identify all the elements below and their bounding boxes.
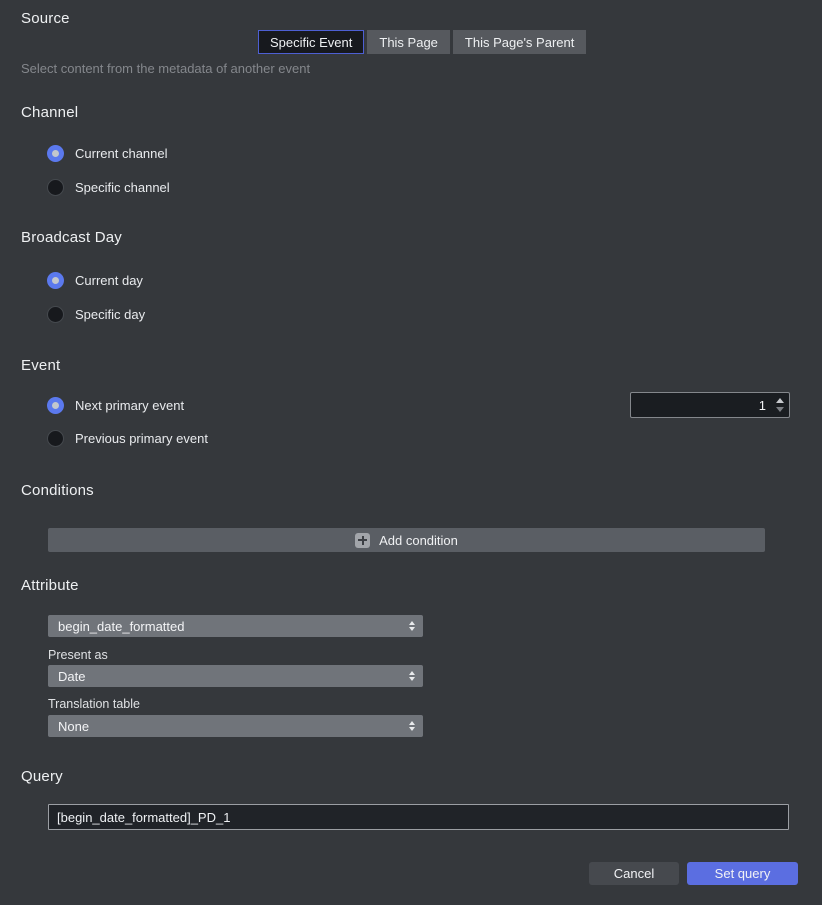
add-condition-label: Add condition (379, 533, 458, 548)
radio-unselected-icon[interactable] (47, 306, 64, 323)
radio-unselected-icon[interactable] (47, 430, 64, 447)
source-heading: Source (21, 10, 70, 27)
radio-label: Next primary event (75, 398, 184, 413)
cancel-button[interactable]: Cancel (589, 862, 679, 885)
event-metadata-dialog: Source Specific Event This Page This Pag… (0, 0, 822, 905)
radio-selected-icon[interactable] (47, 397, 64, 414)
radio-selected-icon[interactable] (47, 272, 64, 289)
select-arrows-icon (409, 671, 415, 681)
radio-label: Specific channel (75, 180, 170, 195)
event-offset-field (630, 392, 790, 418)
plus-icon (355, 533, 370, 548)
translation-table-select-value: None (58, 719, 409, 734)
present-as-select-value: Date (58, 669, 409, 684)
translation-table-select[interactable]: None (48, 715, 423, 737)
select-arrows-icon (409, 621, 415, 631)
channel-heading: Channel (21, 104, 78, 121)
broadcast-day-heading: Broadcast Day (21, 229, 122, 246)
set-query-button[interactable]: Set query (687, 862, 798, 885)
tab-specific-event[interactable]: Specific Event (258, 30, 364, 54)
tab-this-page[interactable]: This Page (367, 30, 450, 54)
radio-current-channel[interactable]: Current channel (47, 144, 168, 162)
attribute-select[interactable]: begin_date_formatted (48, 615, 423, 637)
radio-label: Current day (75, 273, 143, 288)
tab-this-pages-parent[interactable]: This Page's Parent (453, 30, 586, 54)
query-input[interactable] (48, 804, 789, 830)
radio-label: Specific day (75, 307, 145, 322)
radio-selected-icon[interactable] (47, 145, 64, 162)
query-heading: Query (21, 768, 63, 785)
radio-next-primary-event[interactable]: Next primary event (47, 396, 184, 414)
spinner-down-icon[interactable] (776, 407, 784, 412)
present-as-select[interactable]: Date (48, 665, 423, 687)
radio-label: Current channel (75, 146, 168, 161)
conditions-heading: Conditions (21, 482, 94, 499)
source-description: Select content from the metadata of anot… (21, 61, 310, 76)
event-heading: Event (21, 357, 60, 374)
attribute-select-value: begin_date_formatted (58, 619, 409, 634)
translation-table-label: Translation table (48, 697, 140, 711)
radio-current-day[interactable]: Current day (47, 271, 143, 289)
radio-specific-day[interactable]: Specific day (47, 305, 145, 323)
radio-previous-primary-event[interactable]: Previous primary event (47, 429, 208, 447)
source-tab-group: Specific Event This Page This Page's Par… (258, 30, 586, 54)
present-as-label: Present as (48, 648, 108, 662)
radio-specific-channel[interactable]: Specific channel (47, 178, 170, 196)
select-arrows-icon (409, 721, 415, 731)
number-spinner (771, 393, 789, 417)
radio-unselected-icon[interactable] (47, 179, 64, 196)
attribute-heading: Attribute (21, 577, 79, 594)
event-offset-input[interactable] (631, 398, 771, 413)
add-condition-button[interactable]: Add condition (48, 528, 765, 552)
spinner-up-icon[interactable] (776, 398, 784, 403)
radio-label: Previous primary event (75, 431, 208, 446)
